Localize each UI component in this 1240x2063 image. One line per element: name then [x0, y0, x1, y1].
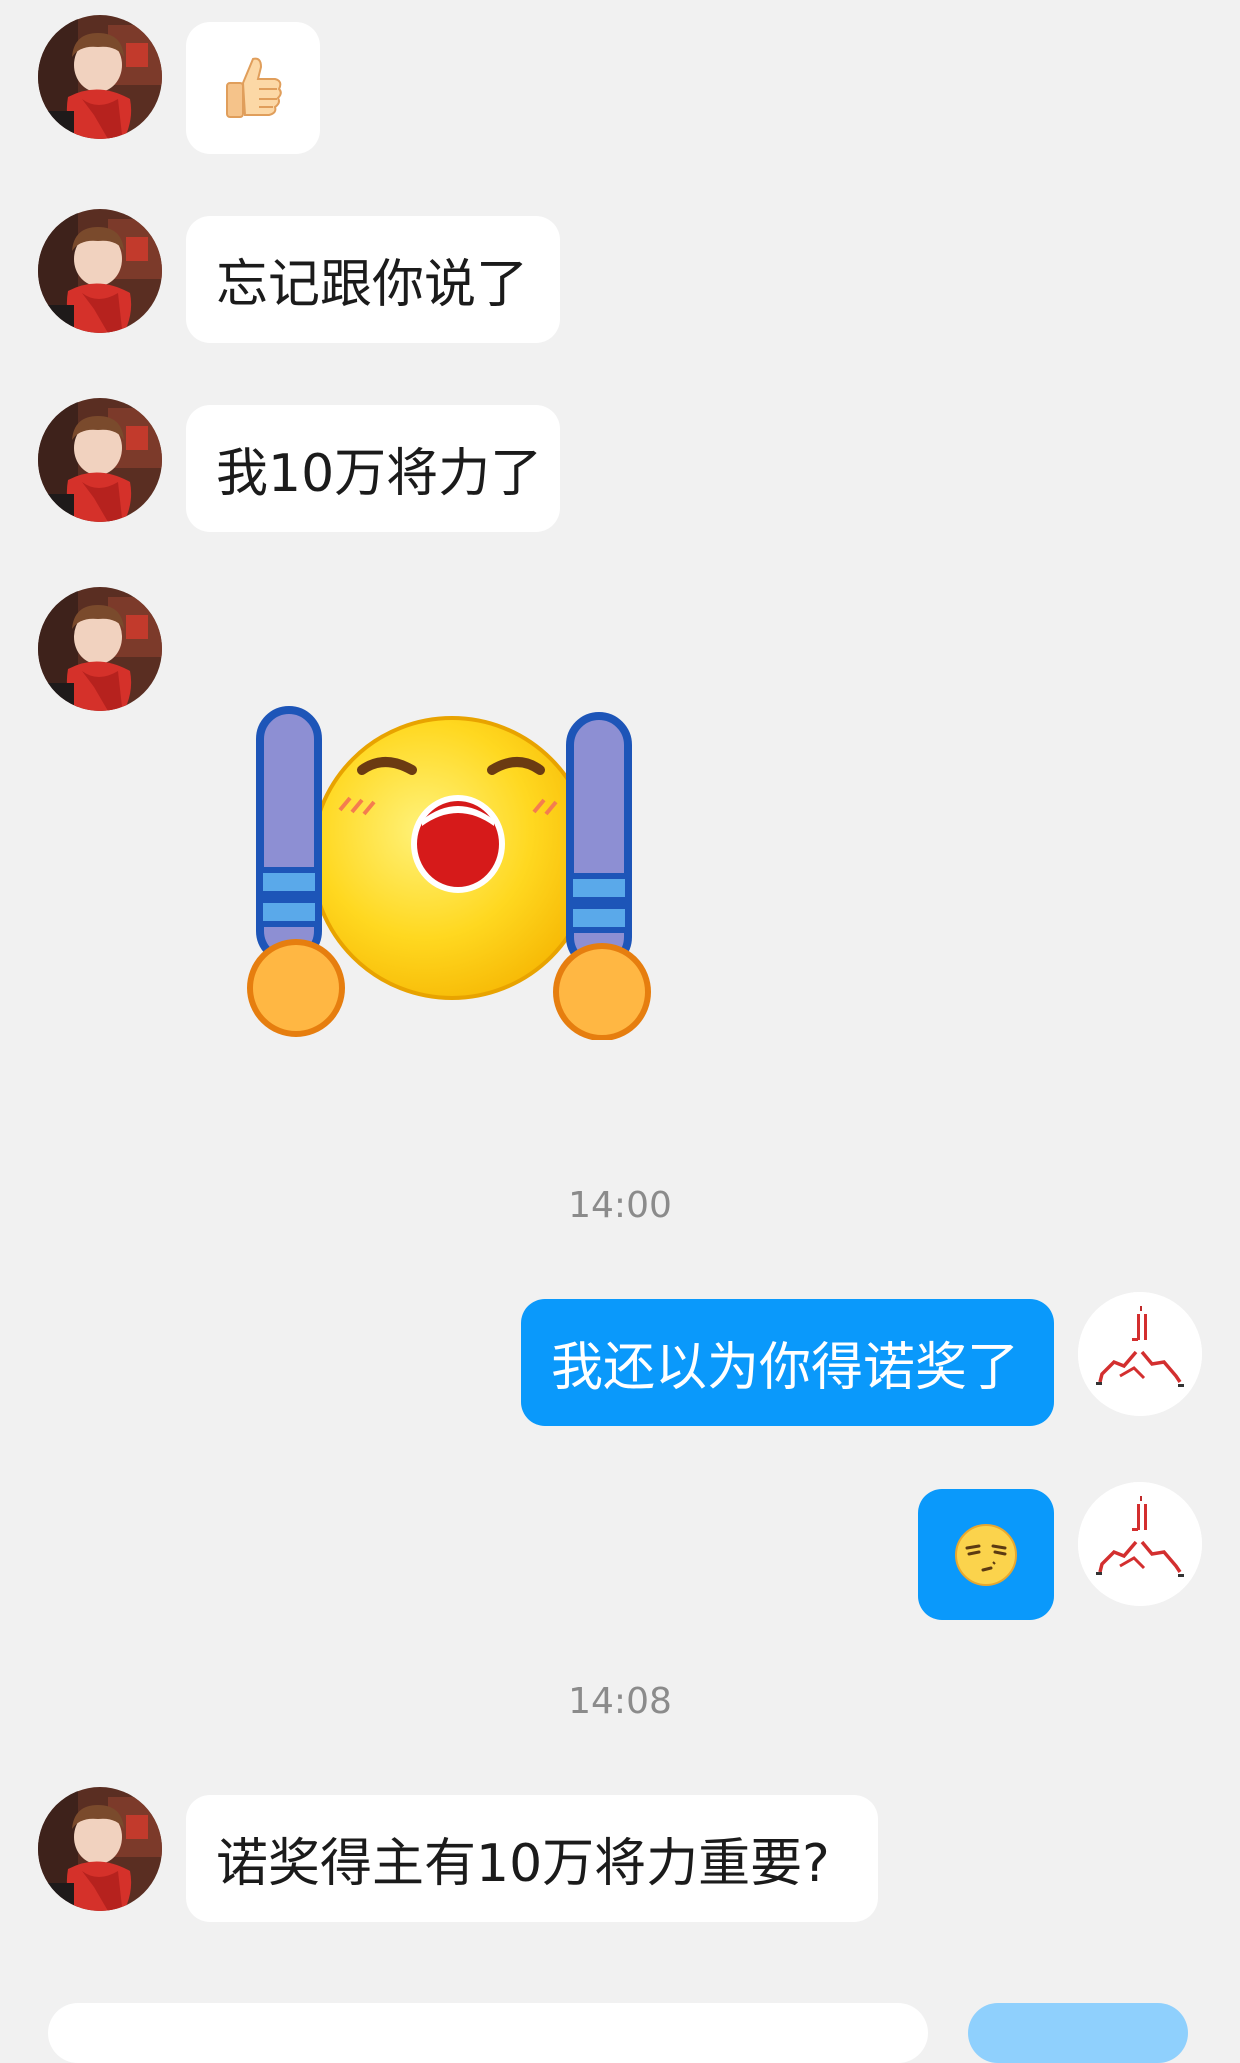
timestamp: 14:08	[568, 1681, 672, 1722]
message-input[interactable]	[48, 2003, 928, 2063]
message-bubble-outgoing[interactable]: 我还以为你得诺奖了	[521, 1299, 1054, 1426]
unamused-face-icon	[955, 1523, 1017, 1586]
message-bubble-outgoing-emoji[interactable]	[918, 1489, 1054, 1620]
message-bubble[interactable]: 诺奖得主有10万将力重要?	[186, 1795, 878, 1922]
contact-avatar[interactable]	[38, 15, 162, 139]
send-button[interactable]	[968, 2003, 1188, 2063]
message-text: 诺奖得主有10万将力重要?	[216, 1834, 830, 1894]
message-text: 忘记跟你说了	[216, 255, 529, 315]
message-bubble-emoji[interactable]	[186, 22, 320, 154]
contact-avatar[interactable]	[38, 209, 162, 333]
self-avatar[interactable]	[1078, 1292, 1202, 1416]
contact-avatar[interactable]	[38, 1787, 162, 1911]
message-bubble[interactable]: 我10万将力了	[186, 405, 560, 532]
timestamp: 14:00	[568, 1185, 672, 1226]
message-text: 我还以为你得诺奖了	[551, 1338, 1020, 1398]
contact-avatar[interactable]	[38, 587, 162, 711]
thumbs-up-icon	[226, 57, 282, 118]
cheering-face-sticker[interactable]	[244, 680, 654, 1040]
contact-avatar[interactable]	[38, 398, 162, 522]
message-bubble[interactable]: 忘记跟你说了	[186, 216, 560, 343]
self-avatar[interactable]	[1078, 1482, 1202, 1606]
message-text: 我10万将力了	[216, 444, 543, 504]
